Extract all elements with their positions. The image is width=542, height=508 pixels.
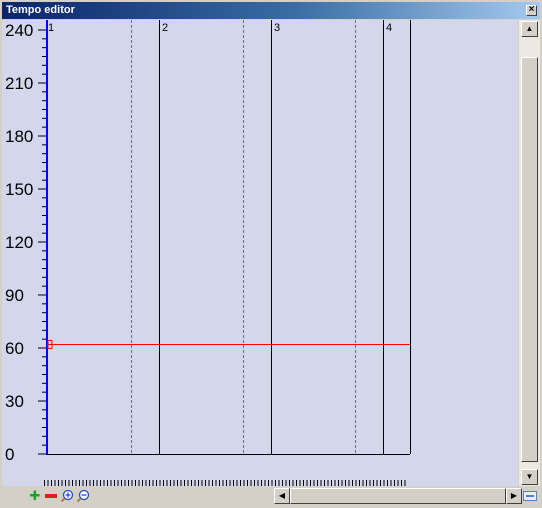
bar-number-label: 2 (162, 22, 168, 34)
collapse-icon[interactable] (523, 491, 537, 501)
bar-number-label: 1 (48, 22, 54, 34)
window-title: Tempo editor (6, 4, 75, 16)
tempo-chart[interactable]: 240 210 180 150 120 90 60 30 0 1 2 3 4 (2, 20, 518, 486)
y-tick-label: 150 (5, 180, 33, 199)
zoom-out-icon[interactable] (76, 489, 90, 503)
y-tick-label: 30 (5, 392, 24, 411)
vertical-scroll-thumb[interactable] (521, 57, 538, 462)
tempo-editor-window: Tempo editor × 240 210 180 150 120 90 60 30 0 1 2 3… (0, 0, 542, 508)
bottom-toolbar: ✚ ◀ ▶ (2, 486, 540, 506)
y-tick-label: 180 (5, 127, 33, 146)
remove-icon[interactable] (44, 489, 58, 503)
scroll-left-button[interactable]: ◀ (274, 488, 290, 504)
zoom-in-icon[interactable] (60, 489, 74, 503)
vertical-scrollbar[interactable]: ▲ ▼ (519, 20, 540, 486)
title-bar[interactable]: Tempo editor × (2, 2, 540, 19)
horizontal-scrollbar[interactable]: ◀ ▶ (274, 488, 522, 504)
close-button[interactable]: × (526, 5, 537, 16)
bar-number-label: 3 (274, 22, 280, 34)
tempo-graph-area[interactable]: 240 210 180 150 120 90 60 30 0 1 2 3 4 (2, 20, 518, 486)
y-tick-label: 0 (5, 445, 14, 464)
y-tick-label: 210 (5, 74, 33, 93)
scroll-up-button[interactable]: ▲ (521, 21, 538, 37)
y-tick-label: 60 (5, 339, 24, 358)
y-tick-label: 240 (5, 21, 33, 40)
y-tick-label: 120 (5, 233, 33, 252)
y-tick-label: 90 (5, 286, 24, 305)
scroll-down-button[interactable]: ▼ (521, 469, 538, 485)
horizontal-scroll-thumb[interactable] (290, 488, 506, 504)
add-icon[interactable]: ✚ (28, 489, 42, 503)
scroll-right-button[interactable]: ▶ (506, 488, 522, 504)
bar-number-label: 4 (386, 22, 392, 34)
